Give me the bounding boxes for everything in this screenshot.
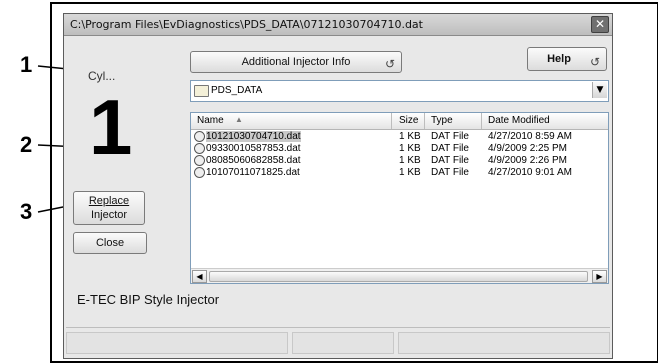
file-row[interactable]: 10121030704710.dat 1 KB DAT File 4/27/20… <box>191 131 608 143</box>
folder-select[interactable]: PDS_DATA ▼ <box>190 80 609 102</box>
callout-1: 1 <box>20 52 33 77</box>
help-pointer-icon: ↺ <box>589 55 600 69</box>
chevron-down-icon[interactable]: ▼ <box>592 82 607 98</box>
help-label: Help <box>547 53 571 65</box>
dat-file-icon <box>194 167 205 178</box>
status-cell <box>292 332 394 354</box>
diagnostics-window: C:\Program Files\EvDiagnostics\PDS_DATA\… <box>63 13 613 359</box>
file-type: DAT File <box>431 167 469 178</box>
file-date: 4/27/2010 9:01 AM <box>488 167 572 178</box>
status-bar <box>66 327 610 356</box>
status-cell <box>398 332 610 354</box>
help-button[interactable]: Help ↺ <box>527 47 607 71</box>
file-date: 4/9/2009 2:25 PM <box>488 143 567 154</box>
file-name: 10121030704710.dat <box>206 131 301 142</box>
replace-label-line1: Replace <box>88 195 130 207</box>
file-type: DAT File <box>431 131 469 142</box>
file-name: 09330010587853.dat <box>206 143 301 154</box>
callout-3: 3 <box>20 199 33 224</box>
injector-style-text: E-TEC BIP Style Injector <box>77 292 220 307</box>
scroll-right-icon[interactable]: ▶ <box>592 270 607 283</box>
file-date: 4/9/2009 2:26 PM <box>488 155 567 166</box>
file-type: DAT File <box>431 143 469 154</box>
status-cell <box>66 332 288 354</box>
horizontal-scrollbar[interactable]: ◀ ▶ <box>191 268 608 283</box>
dat-file-icon <box>194 143 205 154</box>
file-row[interactable]: 09330010587853.dat 1 KB DAT File 4/9/200… <box>191 143 608 155</box>
column-header-date-modified[interactable]: Date Modified <box>488 115 550 126</box>
callout-2: 2 <box>20 132 33 157</box>
file-row[interactable]: 08085060682858.dat 1 KB DAT File 4/9/200… <box>191 155 608 167</box>
file-list[interactable]: Name ▲ Size Type Date Modified 101210307… <box>190 112 609 284</box>
dat-file-icon <box>194 131 205 142</box>
file-size: 1 KB <box>399 155 421 166</box>
cylinder-number: 1 <box>89 83 133 171</box>
file-list-header: Name ▲ Size Type Date Modified <box>191 113 608 130</box>
file-size: 1 KB <box>399 143 421 154</box>
folder-select-value: PDS_DATA <box>211 85 263 96</box>
dat-file-icon <box>194 155 205 166</box>
close-label: Close <box>95 237 125 249</box>
window-close-button[interactable]: ✕ <box>591 16 609 33</box>
file-size: 1 KB <box>399 131 421 142</box>
scroll-left-icon[interactable]: ◀ <box>192 270 207 283</box>
sort-ascending-icon: ▲ <box>235 115 243 124</box>
file-date: 4/27/2010 8:59 AM <box>488 131 572 142</box>
column-divider[interactable] <box>391 113 392 129</box>
window-title: C:\Program Files\EvDiagnostics\PDS_DATA\… <box>70 18 423 31</box>
folder-icon <box>194 85 209 97</box>
file-type: DAT File <box>431 155 469 166</box>
help-pointer-icon: ↺ <box>384 57 395 71</box>
column-header-size[interactable]: Size <box>399 115 418 126</box>
file-row[interactable]: 10107011071825.dat 1 KB DAT File 4/27/20… <box>191 167 608 179</box>
column-divider[interactable] <box>481 113 482 129</box>
file-size: 1 KB <box>399 167 421 178</box>
column-header-type[interactable]: Type <box>431 115 453 126</box>
column-header-name[interactable]: Name <box>197 115 224 126</box>
replace-label-line2: Injector <box>90 209 128 221</box>
close-button[interactable]: Close <box>73 232 147 254</box>
file-name: 08085060682858.dat <box>206 155 301 166</box>
column-divider[interactable] <box>424 113 425 129</box>
scroll-thumb[interactable] <box>209 271 588 282</box>
title-bar[interactable]: C:\Program Files\EvDiagnostics\PDS_DATA\… <box>64 14 612 36</box>
cylinder-label: Cyl... <box>88 69 116 83</box>
additional-injector-info-button[interactable]: Additional Injector Info ↺ <box>190 51 402 73</box>
file-name: 10107011071825.dat <box>206 167 300 178</box>
additional-info-label: Additional Injector Info <box>241 56 351 68</box>
replace-injector-button[interactable]: Replace Injector <box>73 191 145 225</box>
